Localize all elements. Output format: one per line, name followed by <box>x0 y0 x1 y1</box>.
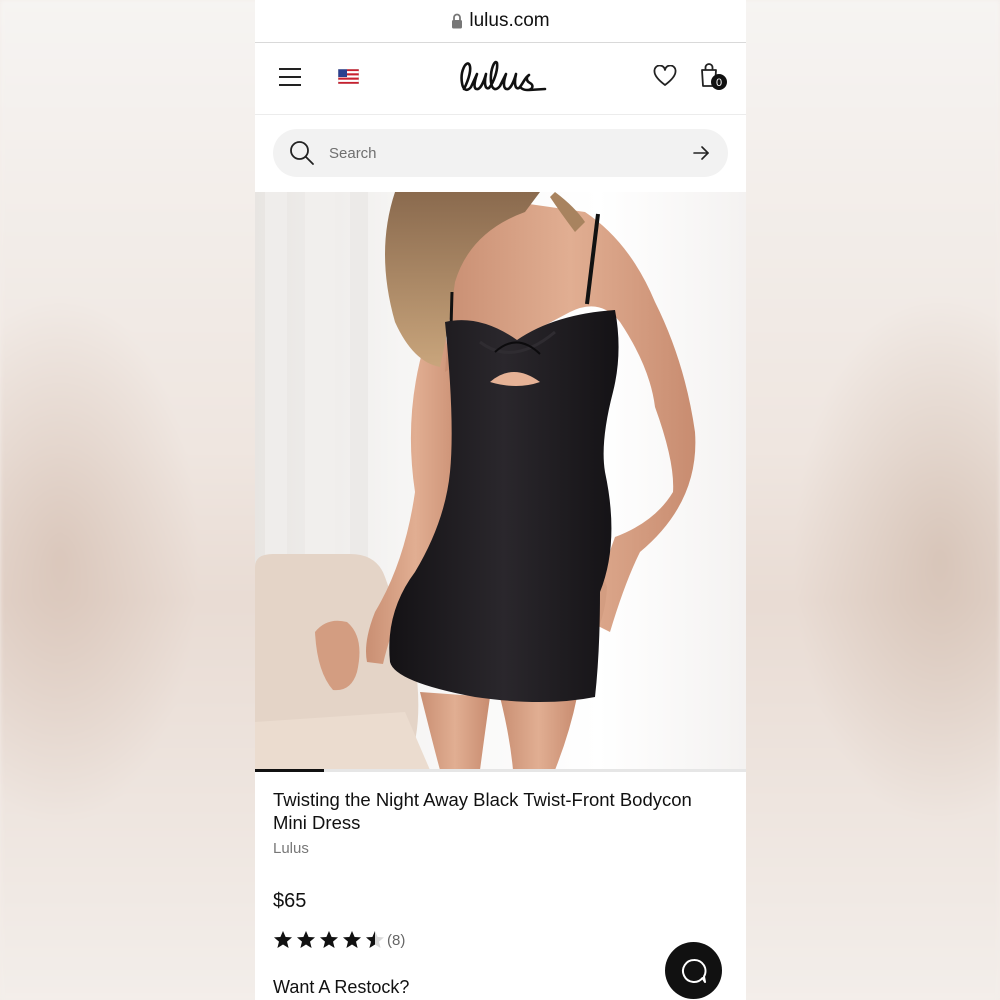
product-title: Twisting the Night Away Black Twist-Fron… <box>273 789 692 833</box>
star-filled-icon <box>273 930 375 950</box>
review-count[interactable]: (8) <box>387 932 405 949</box>
arrow-right-icon[interactable] <box>693 145 709 161</box>
mobile-viewport: lulus.com 0 Search Twisting the Night Aw… <box>255 0 746 1000</box>
url-text: lulus.com <box>469 10 550 31</box>
heart-icon[interactable] <box>653 65 677 87</box>
cart-count: 0 <box>716 77 722 89</box>
shopping-bag-icon[interactable]: 0 <box>699 61 729 91</box>
product-price: $65 <box>273 890 307 912</box>
site-header: 0 <box>255 43 746 115</box>
product-image[interactable] <box>255 192 746 770</box>
star-rating <box>273 930 385 950</box>
lock-icon <box>452 13 463 29</box>
search-input[interactable] <box>329 139 669 167</box>
us-flag-icon[interactable] <box>338 69 359 84</box>
chat-button[interactable] <box>665 942 722 999</box>
menu-icon[interactable] <box>279 68 303 86</box>
search-bar[interactable] <box>273 129 728 177</box>
restock-heading: Want A Restock? <box>273 977 410 997</box>
product-rating[interactable]: (8) <box>273 929 405 951</box>
chat-icon <box>681 958 706 983</box>
product-brand[interactable]: Lulus <box>273 840 309 857</box>
image-carousel-indicator[interactable] <box>255 769 746 772</box>
carousel-progress <box>255 769 324 772</box>
lulus-logo[interactable] <box>453 55 547 99</box>
address-bar[interactable]: lulus.com <box>255 0 746 43</box>
search-icon[interactable] <box>289 140 315 166</box>
